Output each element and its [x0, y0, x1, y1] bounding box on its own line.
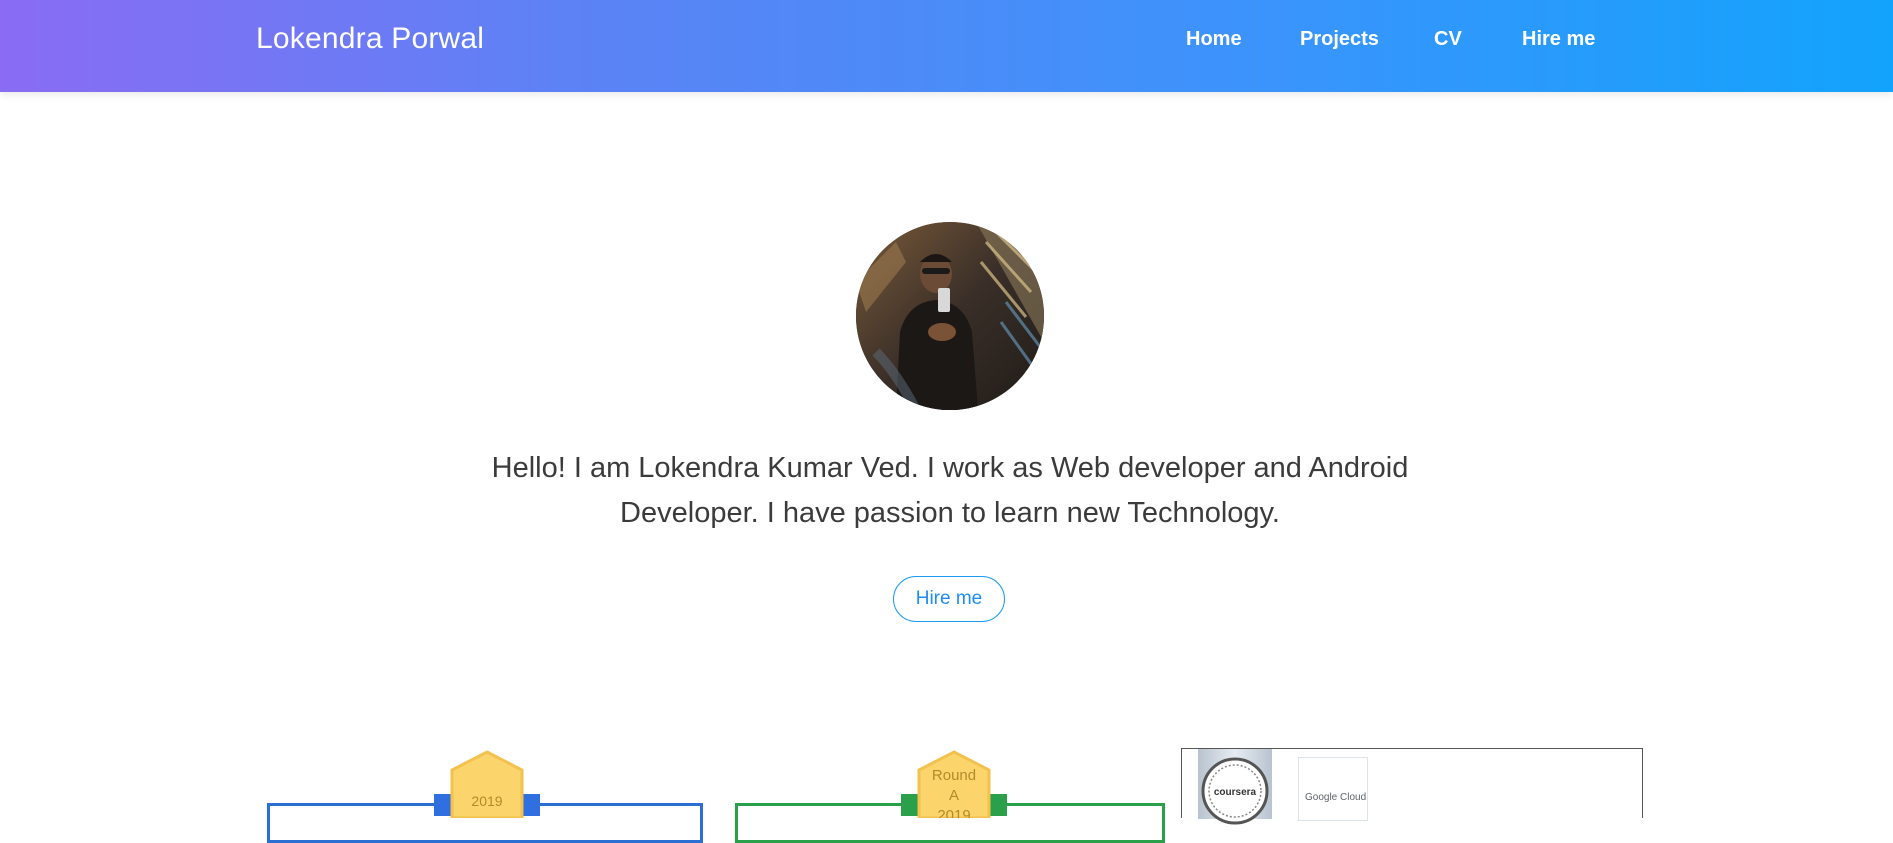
- google-cloud-logo-box: Google Cloud: [1298, 757, 1368, 821]
- avatar-photo: [856, 222, 1044, 410]
- badge-line-3: 2019: [937, 807, 970, 818]
- certificate-card-coursera[interactable]: coursera Google Cloud: [1181, 748, 1643, 825]
- brand-link[interactable]: Lokendra Porwal: [256, 22, 484, 56]
- badge-hexagon-icon: 2019: [434, 750, 540, 818]
- nav-home-link[interactable]: Home: [1186, 28, 1242, 51]
- top-navbar: Lokendra Porwal Home Projects CV Hire me: [0, 0, 1893, 92]
- badge-hexagon-icon: Round A 2019: [901, 750, 1007, 818]
- intro-line-2: Developer. I have passion to learn new T…: [620, 497, 1280, 529]
- badge-line-2: A: [949, 787, 959, 804]
- nav-cv-link[interactable]: CV: [1434, 28, 1462, 51]
- badge-year-text: 2019: [471, 793, 502, 809]
- google-cloud-text: Google Cloud: [1305, 792, 1367, 803]
- badge-line-1: Round: [932, 767, 976, 784]
- certificate-card-kickstart-2019[interactable]: 2019: [266, 750, 704, 843]
- coursera-seal-text: coursera: [1214, 787, 1257, 798]
- hire-me-button[interactable]: Hire me: [893, 576, 1005, 622]
- intro-line-1: Hello! I am Lokendra Kumar Ved. I work a…: [491, 452, 1409, 484]
- profile-avatar: [856, 222, 1044, 410]
- nav-hire-me-link[interactable]: Hire me: [1522, 28, 1595, 51]
- intro-text: Hello! I am Lokendra Kumar Ved. I work a…: [460, 446, 1440, 536]
- nav-projects-link[interactable]: Projects: [1300, 28, 1379, 51]
- certificate-card-round-a-2019[interactable]: Round A 2019: [734, 750, 1166, 843]
- coursera-seal-icon: coursera: [1201, 757, 1269, 825]
